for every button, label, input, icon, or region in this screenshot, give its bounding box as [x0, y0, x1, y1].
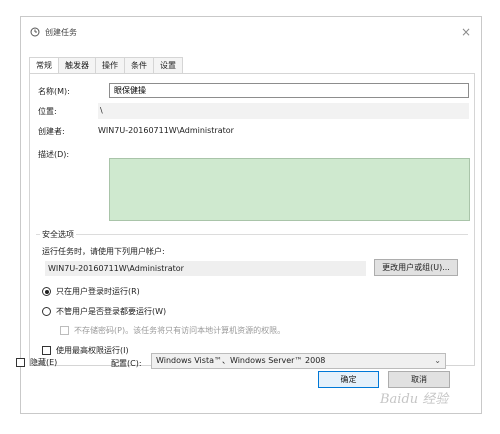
do-not-store-password-label[interactable]: 不存储密码(P)。该任务将只有访问本地计算机资源的权限。: [74, 325, 285, 336]
location-value: \: [98, 103, 469, 119]
run-as-user-value: WIN7U-20160711W\Administrator: [45, 261, 366, 276]
run-whether-logged-on-radio[interactable]: [42, 307, 51, 316]
configure-for-value: Windows Vista™、Windows Server™ 2008: [156, 356, 326, 365]
tab-actions[interactable]: 操作: [95, 57, 125, 73]
title-bar: 创建任务 ×: [21, 17, 481, 47]
close-icon[interactable]: ×: [457, 23, 475, 41]
tab-general[interactable]: 常规: [29, 57, 59, 74]
run-only-logged-on-radio[interactable]: [42, 287, 51, 296]
author-label: 创建者:: [38, 127, 65, 136]
name-label: 名称(M):: [38, 87, 70, 96]
highest-privileges-checkbox[interactable]: [42, 346, 51, 355]
hidden-label[interactable]: 隐藏(E): [30, 357, 57, 368]
do-not-store-password-checkbox[interactable]: [60, 326, 69, 335]
location-label: 位置:: [38, 107, 57, 116]
task-scheduler-icon: [30, 27, 40, 37]
change-user-button[interactable]: 更改用户或组(U)...: [374, 259, 458, 276]
run-only-logged-on-label[interactable]: 只在用户登录时运行(R): [56, 286, 140, 297]
name-input[interactable]: [109, 83, 469, 98]
hidden-checkbox[interactable]: [16, 358, 25, 367]
chevron-down-icon: ⌄: [434, 356, 441, 365]
author-value: WIN7U-20160711W\Administrator: [98, 126, 234, 135]
configure-label: 配置(C):: [111, 359, 142, 368]
window-title: 创建任务: [45, 28, 77, 37]
configure-for-select[interactable]: Windows Vista™、Windows Server™ 2008 ⌄: [151, 353, 446, 369]
general-tab-panel: 名称(M): 位置: \ 创建者: WIN7U-20160711W\Admini…: [29, 73, 475, 366]
run-whether-logged-on-label[interactable]: 不管用户是否登录都要运行(W): [56, 306, 166, 317]
run-as-label: 运行任务时，请使用下列用户帐户:: [42, 247, 165, 256]
tab-strip: 常规 触发器 操作 条件 设置: [29, 57, 183, 74]
description-label: 描述(D):: [38, 150, 70, 159]
cancel-button[interactable]: 取消: [388, 371, 450, 388]
tab-settings[interactable]: 设置: [153, 57, 183, 73]
tab-conditions[interactable]: 条件: [124, 57, 154, 73]
security-options-legend: 安全选项: [40, 229, 76, 240]
highest-privileges-label[interactable]: 使用最高权限运行(I): [56, 345, 129, 356]
description-textarea[interactable]: [109, 158, 470, 221]
tab-triggers[interactable]: 触发器: [58, 57, 96, 73]
ok-button[interactable]: 确定: [318, 371, 379, 388]
